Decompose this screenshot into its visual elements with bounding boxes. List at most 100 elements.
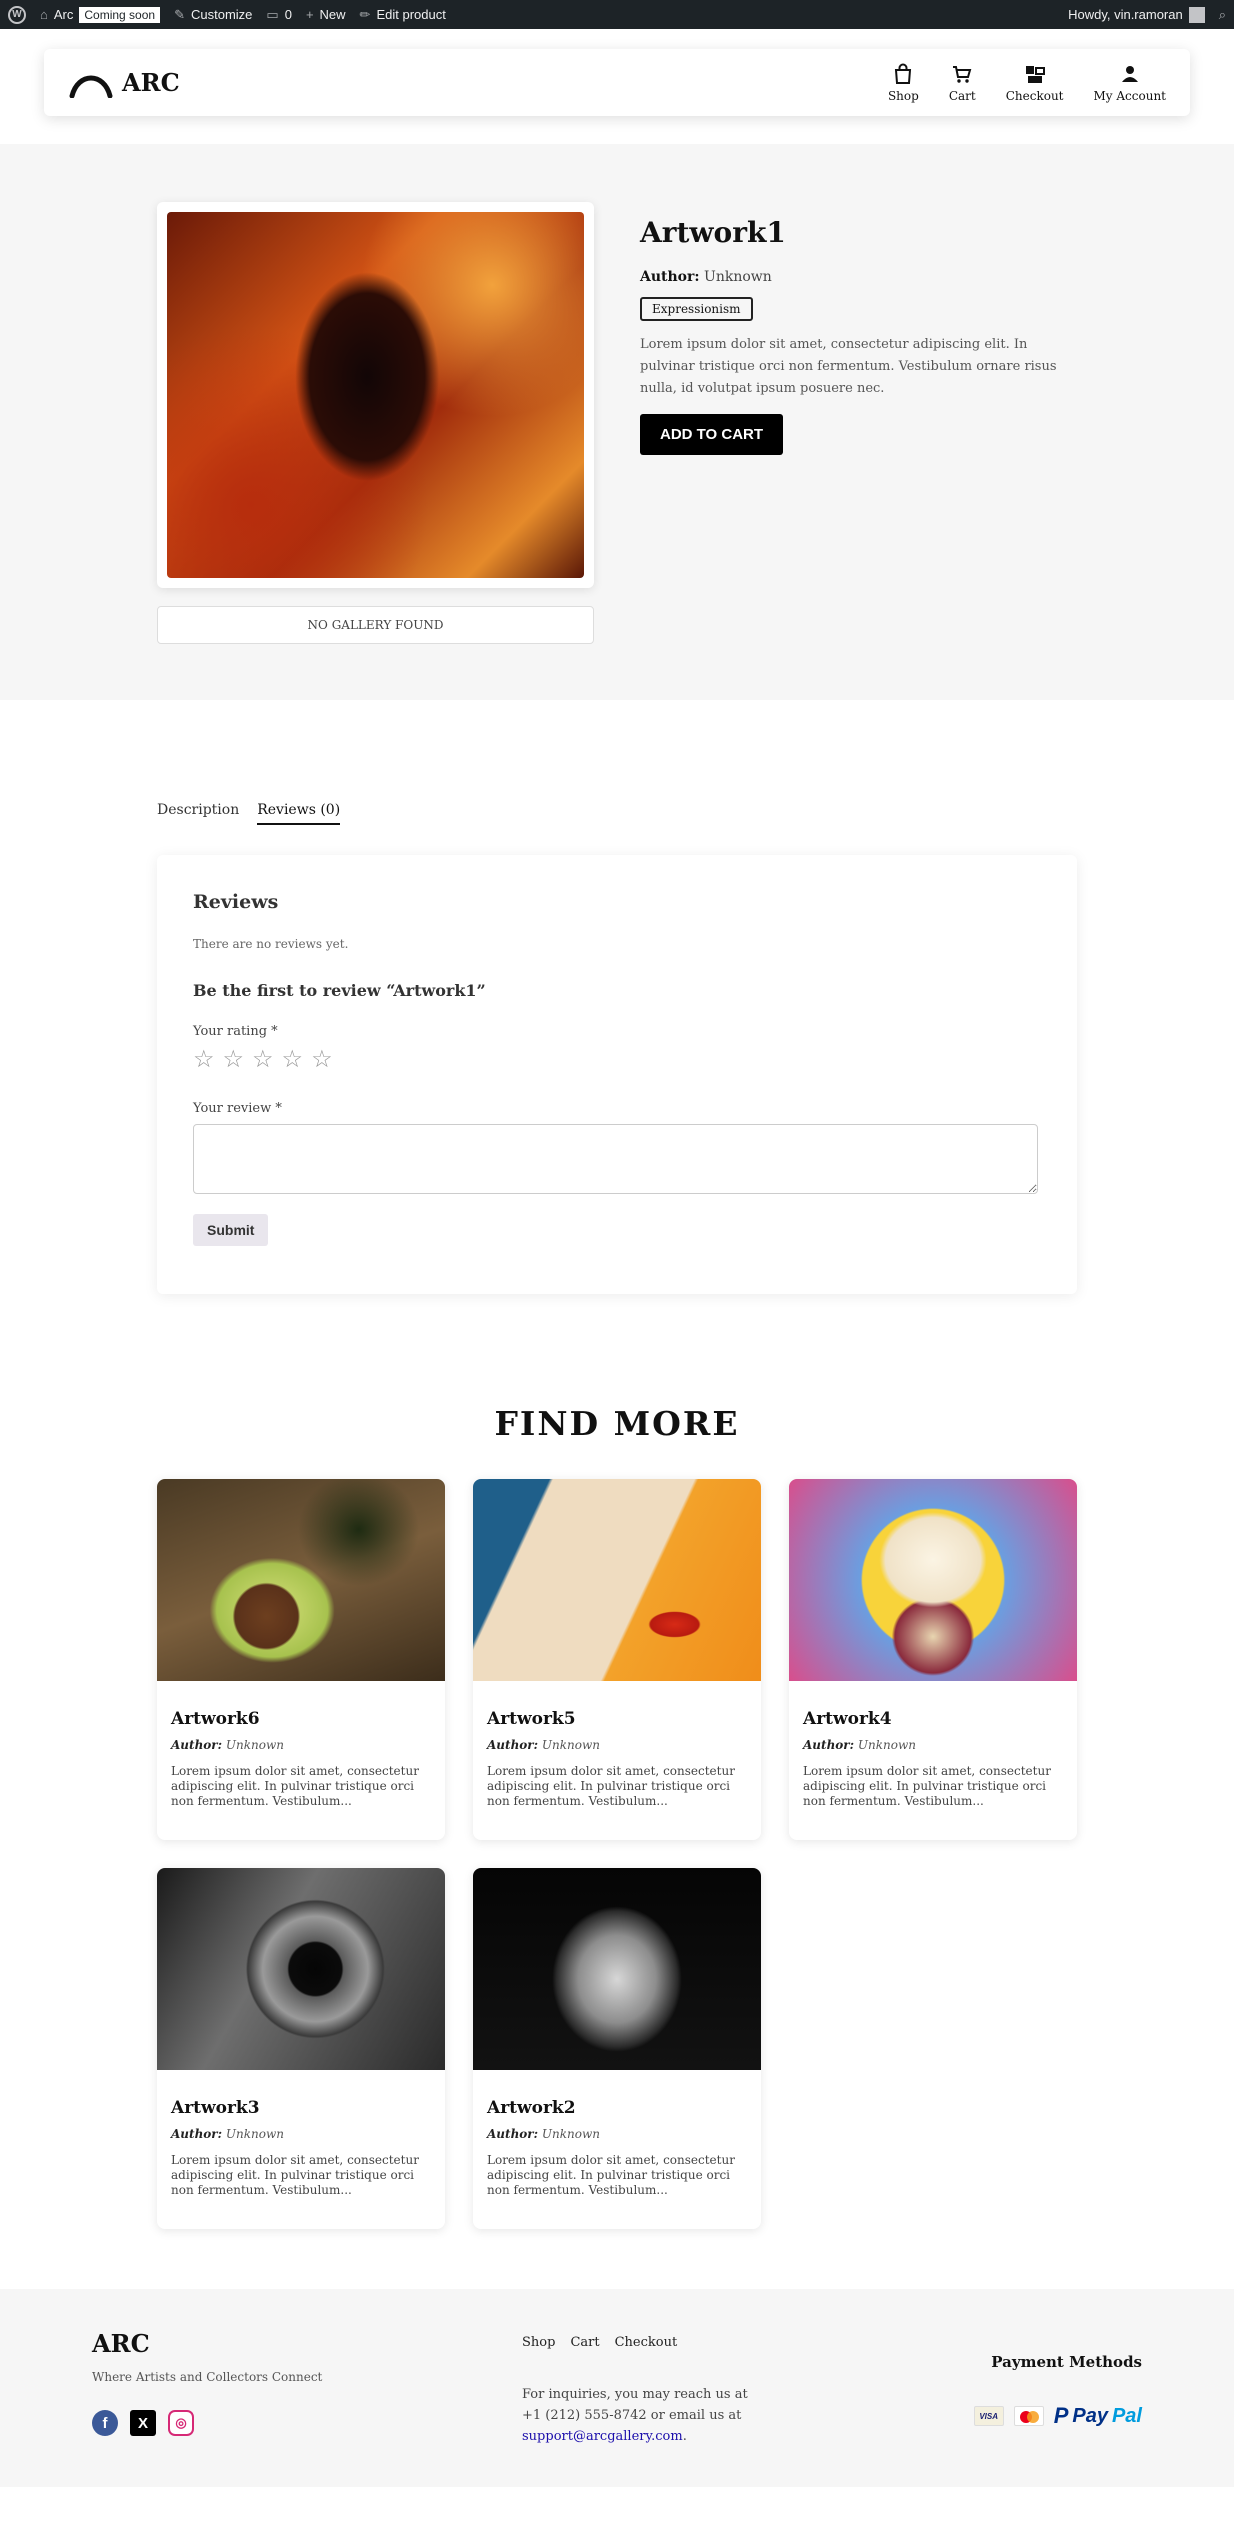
- find-more-title: FIND MORE: [494, 1404, 740, 1443]
- card-author: Author: Unknown: [487, 2127, 747, 2141]
- paypal-logo: P Pay Pal: [1054, 2403, 1142, 2429]
- card-description: Lorem ipsum dolor sit amet, consectetur …: [487, 2153, 735, 2197]
- card-body: Artwork3 Author: Unknown Lorem ipsum dol…: [157, 2070, 445, 2212]
- footer-link-checkout[interactable]: Checkout: [615, 2335, 678, 2350]
- site-header: ARC Shop Cart Checkout My Account: [44, 49, 1190, 116]
- x-twitter-icon[interactable]: X: [130, 2410, 156, 2436]
- paypal-pay-text: Pay: [1072, 2404, 1108, 2427]
- card-author-label: Author:: [487, 1738, 539, 1752]
- card-author: Author: Unknown: [171, 2127, 431, 2141]
- card-body: Artwork2 Author: Unknown Lorem ipsum dol…: [473, 2070, 761, 2212]
- admin-site-link[interactable]: ⌂ Arc Coming soon: [40, 6, 161, 23]
- rating-label: Your rating *: [193, 1024, 278, 1039]
- nav-checkout[interactable]: Checkout: [1006, 63, 1064, 103]
- support-email-link[interactable]: support@arcgallery.com: [522, 2429, 683, 2444]
- comment-icon: ▭: [266, 6, 279, 22]
- nav-cart[interactable]: Cart: [949, 63, 976, 103]
- artwork-image[interactable]: [157, 1868, 445, 2070]
- wordpress-logo-icon[interactable]: W: [8, 5, 26, 24]
- card-author-value: Unknown: [857, 1738, 916, 1752]
- star-1-icon[interactable]: ☆: [193, 1047, 215, 1071]
- edit-product-label: Edit product: [376, 7, 446, 22]
- author-value: Unknown: [704, 269, 772, 285]
- card-title[interactable]: Artwork3: [171, 2098, 431, 2118]
- admin-edit-product-link[interactable]: ✏ Edit product: [360, 7, 446, 23]
- no-gallery-notice: NO GALLERY FOUND: [157, 606, 594, 644]
- star-rating: ☆ ☆ ☆ ☆ ☆: [193, 1047, 1041, 1071]
- product-section: NO GALLERY FOUND Artwork1 Author: Unknow…: [0, 144, 1234, 700]
- customize-label: Customize: [190, 7, 253, 22]
- card-description: Lorem ipsum dolor sit amet, consectetur …: [803, 1764, 1051, 1808]
- admin-comments-link[interactable]: ▭ 0: [266, 7, 292, 23]
- artwork-image[interactable]: [789, 1479, 1077, 1681]
- user-icon: [1121, 65, 1138, 82]
- admin-bar-right: Howdy, vin.ramoran ⌕: [1068, 6, 1226, 23]
- artwork-card[interactable]: Artwork3 Author: Unknown Lorem ipsum dol…: [157, 1868, 445, 2229]
- facebook-icon[interactable]: f: [92, 2410, 118, 2436]
- card-title[interactable]: Artwork4: [803, 1709, 1063, 1729]
- card-title[interactable]: Artwork2: [487, 2098, 747, 2118]
- card-body: Artwork6 Author: Unknown Lorem ipsum dol…: [157, 1681, 445, 1823]
- star-4-icon[interactable]: ☆: [282, 1047, 304, 1071]
- payment-logos: VISA P Pay Pal: [973, 2403, 1142, 2429]
- product-description: Lorem ipsum dolor sit amet, consectetur …: [640, 337, 1057, 396]
- card-title[interactable]: Artwork5: [487, 1709, 747, 1729]
- artwork-image[interactable]: [473, 1479, 761, 1681]
- home-icon: ⌂: [40, 7, 48, 22]
- search-icon[interactable]: ⌕: [1219, 7, 1226, 23]
- artwork-image[interactable]: [157, 1479, 445, 1681]
- review-textarea[interactable]: [193, 1124, 1038, 1194]
- footer-logo[interactable]: ARC: [92, 2329, 392, 2358]
- no-reviews-text: There are no reviews yet.: [193, 937, 349, 951]
- visa-icon: VISA: [973, 2406, 1004, 2426]
- nav-my-account[interactable]: My Account: [1093, 63, 1167, 103]
- payment-methods-title: Payment Methods: [991, 2353, 1142, 2371]
- inquiry-line-2: +1 (212) 555-8742 or email us at: [522, 2408, 742, 2423]
- admin-account-link[interactable]: Howdy, vin.ramoran: [1068, 6, 1205, 23]
- footer-link-cart[interactable]: Cart: [570, 2335, 599, 2350]
- reviews-title: Reviews: [193, 891, 279, 913]
- inquiry-line-1: For inquiries, you may reach us at: [522, 2387, 748, 2402]
- footer-link-shop[interactable]: Shop: [522, 2335, 555, 2350]
- product-main-image[interactable]: [167, 212, 584, 578]
- card-title[interactable]: Artwork6: [171, 1709, 431, 1729]
- artwork-grid: Artwork6 Author: Unknown Lorem ipsum dol…: [157, 1479, 1077, 2229]
- card-author-value: Unknown: [225, 1738, 284, 1752]
- nav-shop[interactable]: Shop: [888, 63, 919, 103]
- site-logo[interactable]: ARC: [68, 68, 180, 98]
- tab-reviews[interactable]: Reviews (0): [257, 802, 341, 825]
- genre-tag[interactable]: Expressionism: [640, 297, 753, 321]
- add-to-cart-button[interactable]: ADD TO CART: [640, 414, 784, 455]
- first-review-heading: Be the first to review “Artwork1”: [193, 981, 486, 1000]
- nav-my-account-label: My Account: [1093, 88, 1167, 103]
- artwork-card[interactable]: Artwork4 Author: Unknown Lorem ipsum dol…: [789, 1479, 1077, 1840]
- admin-bar-left: W ⌂ Arc Coming soon ✎ Customize ▭ 0 + Ne…: [8, 5, 446, 24]
- artwork-card[interactable]: Artwork5 Author: Unknown Lorem ipsum dol…: [473, 1479, 761, 1840]
- star-3-icon[interactable]: ☆: [252, 1047, 274, 1071]
- artwork-image[interactable]: [473, 1868, 761, 2070]
- card-author: Author: Unknown: [171, 1738, 431, 1752]
- star-5-icon[interactable]: ☆: [311, 1047, 333, 1071]
- checkout-icon: [1025, 65, 1045, 83]
- card-author-label: Author:: [803, 1738, 855, 1752]
- tab-description[interactable]: Description: [157, 802, 239, 825]
- avatar: [1188, 6, 1205, 23]
- card-author: Author: Unknown: [487, 1738, 747, 1752]
- artwork-card[interactable]: Artwork2 Author: Unknown Lorem ipsum dol…: [473, 1868, 761, 2229]
- star-2-icon[interactable]: ☆: [223, 1047, 245, 1071]
- main-image-card: [157, 202, 594, 588]
- paypal-pal-text: Pal: [1111, 2404, 1142, 2427]
- admin-new-link[interactable]: + New: [306, 7, 346, 22]
- admin-customize-link[interactable]: ✎ Customize: [174, 7, 252, 23]
- product-tabs-section: Description Reviews (0) Reviews There ar…: [157, 700, 1077, 1294]
- product: NO GALLERY FOUND Artwork1 Author: Unknow…: [157, 202, 1077, 644]
- product-info: Artwork1 Author: Unknown Expressionism L…: [640, 202, 1077, 644]
- submit-review-button[interactable]: Submit: [193, 1214, 269, 1246]
- instagram-icon[interactable]: ◎: [168, 2410, 194, 2436]
- artwork-card[interactable]: Artwork6 Author: Unknown Lorem ipsum dol…: [157, 1479, 445, 1840]
- card-author-value: Unknown: [541, 2127, 600, 2141]
- nav-checkout-label: Checkout: [1005, 88, 1064, 103]
- footer-tagline: Where Artists and Collectors Connect: [92, 2370, 323, 2384]
- main-nav: Shop Cart Checkout My Account: [888, 63, 1166, 103]
- cart-icon: [953, 65, 972, 83]
